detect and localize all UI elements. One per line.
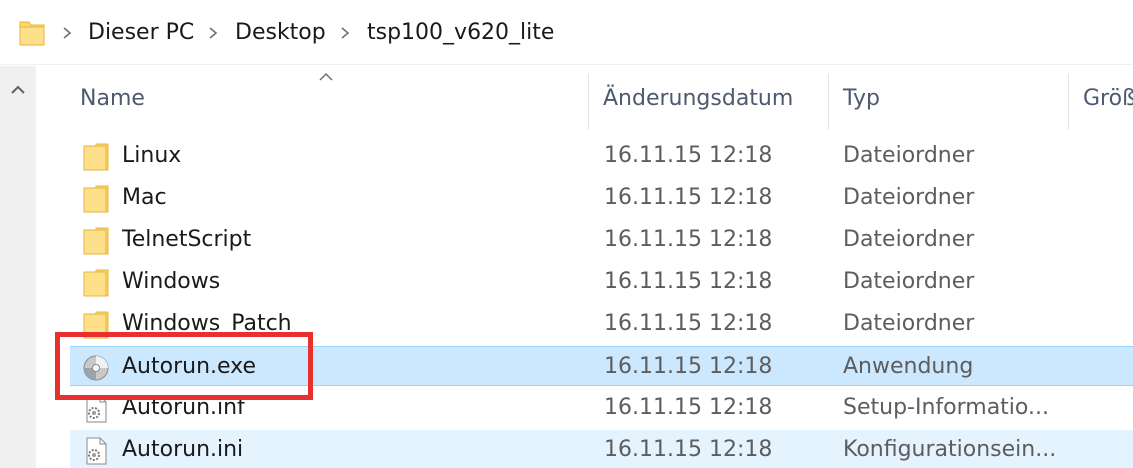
file-date: 16.11.15 12:18 — [604, 185, 773, 210]
file-type: Dateiordner — [843, 143, 975, 168]
file-name: Autorun.exe — [122, 354, 257, 379]
file-row-selected[interactable]: Autorun.exe 16.11.15 12:18 Anwendung — [70, 346, 1133, 386]
file-date: 16.11.15 12:18 — [604, 395, 773, 420]
chevron-right-icon[interactable] — [60, 22, 74, 44]
file-row[interactable]: Autorun.inf 16.11.15 12:18 Setup-Informa… — [70, 388, 1133, 428]
file-name: Autorun.ini — [122, 437, 244, 462]
file-name: Windows_Patch — [122, 311, 292, 336]
column-divider[interactable] — [1068, 74, 1069, 130]
file-name: Autorun.inf — [122, 395, 245, 420]
file-name: Mac — [122, 185, 167, 210]
file-row[interactable]: Mac 16.11.15 12:18 Dateiordner — [70, 178, 1133, 218]
column-divider[interactable] — [588, 74, 589, 130]
file-date: 16.11.15 12:18 — [604, 311, 773, 336]
folder-icon — [83, 227, 109, 255]
file-date: 16.11.15 12:18 — [604, 143, 773, 168]
column-divider[interactable] — [828, 74, 829, 130]
file-type: Anwendung — [843, 354, 974, 379]
folder-icon — [83, 185, 109, 213]
chevron-right-icon[interactable] — [338, 22, 352, 44]
column-header-size[interactable]: Größ — [1083, 80, 1133, 118]
cd-disc-icon — [83, 355, 109, 381]
settings-file-icon — [86, 437, 107, 465]
file-name: Windows — [122, 269, 221, 294]
file-name: TelnetScript — [122, 227, 252, 252]
file-row[interactable]: Windows_Patch 16.11.15 12:18 Dateiordner — [70, 304, 1133, 344]
file-row[interactable]: Linux 16.11.15 12:18 Dateiordner — [70, 136, 1133, 176]
file-name: Linux — [122, 143, 182, 168]
sort-ascending-icon — [319, 72, 333, 81]
address-bar[interactable]: Dieser PC Desktop tsp100_v620_lite — [0, 0, 1133, 65]
file-date: 16.11.15 12:18 — [604, 227, 773, 252]
file-type: Setup-Informatio... — [843, 395, 1049, 420]
file-type: Dateiordner — [843, 311, 975, 336]
file-type: Dateiordner — [843, 185, 975, 210]
column-header-name[interactable]: Name — [80, 80, 145, 118]
file-row[interactable]: TelnetScript 16.11.15 12:18 Dateiordner — [70, 220, 1133, 260]
chevron-right-icon[interactable] — [206, 22, 220, 44]
vertical-scrollbar[interactable] — [0, 66, 36, 468]
file-type: Konfigurationsein... — [843, 437, 1057, 462]
folder-icon — [83, 269, 109, 297]
file-row-hovered[interactable]: Autorun.ini 16.11.15 12:18 Konfiguration… — [70, 430, 1133, 468]
folder-icon — [83, 311, 109, 339]
file-date: 16.11.15 12:18 — [604, 437, 773, 462]
folder-icon — [83, 143, 109, 171]
breadcrumb-desktop[interactable]: Desktop — [235, 18, 326, 48]
file-type: Dateiordner — [843, 269, 975, 294]
column-header-date[interactable]: Änderungsdatum — [603, 80, 793, 118]
breadcrumb-dieser-pc[interactable]: Dieser PC — [88, 18, 194, 48]
breadcrumb-current-folder[interactable]: tsp100_v620_lite — [367, 18, 554, 48]
folder-icon — [19, 21, 45, 46]
file-explorer-window: Dieser PC Desktop tsp100_v620_lite Name … — [0, 0, 1133, 468]
scroll-up-arrow-icon[interactable] — [8, 82, 28, 98]
settings-file-icon — [86, 395, 107, 423]
file-date: 16.11.15 12:18 — [604, 354, 773, 379]
file-date: 16.11.15 12:18 — [604, 269, 773, 294]
file-row[interactable]: Windows 16.11.15 12:18 Dateiordner — [70, 262, 1133, 302]
column-header-type[interactable]: Typ — [843, 80, 880, 118]
file-type: Dateiordner — [843, 227, 975, 252]
